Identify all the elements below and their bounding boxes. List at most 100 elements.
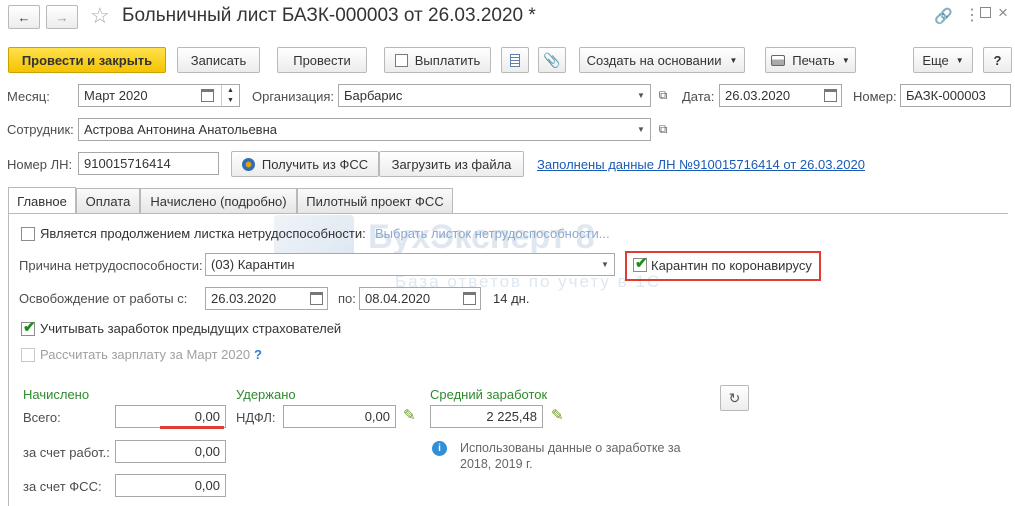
ln-number-value: 910015716414 (84, 156, 171, 171)
ndfl-field[interactable]: 0,00 (283, 405, 396, 428)
ndfl-value: 0,00 (364, 409, 390, 424)
date-field[interactable]: 26.03.2020 (719, 84, 842, 107)
release-from-field[interactable]: 26.03.2020 (205, 287, 328, 310)
organization-field[interactable]: Барбарис ▼ (338, 84, 651, 107)
dropdown-arrow-icon[interactable]: ▼ (596, 254, 614, 275)
save-button[interactable]: Записать (177, 47, 260, 73)
total-underline-marker (160, 426, 224, 429)
create-based-on-button[interactable]: Создать на основании ▼ (579, 47, 745, 73)
dropdown-arrow-icon: ▼ (955, 55, 964, 65)
pay-button[interactable]: Выплатить (384, 47, 491, 73)
tab-fss-pilot[interactable]: Пилотный проект ФСС (297, 188, 453, 213)
tab-payment[interactable]: Оплата (76, 188, 140, 213)
number-field[interactable]: БАЗК-000003 (900, 84, 1011, 107)
organization-label: Организация: (252, 89, 335, 104)
open-organization-icon[interactable]: ⧉ (653, 84, 673, 107)
open-employee-icon[interactable]: ⧉ (653, 118, 673, 141)
accrued-title: Начислено (23, 387, 90, 402)
calc-salary-help[interactable]: ? (254, 347, 262, 362)
covid-quarantine-label: Карантин по коронавирусу (651, 258, 812, 273)
ln-number-field[interactable]: 910015716414 (78, 152, 219, 175)
refresh-icon: ↻ (728, 389, 741, 406)
more-button[interactable]: Еще ▼ (913, 47, 973, 73)
refresh-button[interactable]: ↻ (720, 385, 749, 411)
avg-earnings-value: 2 225,48 (486, 409, 537, 424)
covid-quarantine-checkbox[interactable]: ✔ (633, 255, 648, 272)
filled-data-link[interactable]: Заполнены данные ЛН №910015716414 от 26.… (537, 157, 865, 172)
prev-insurers-checkbox[interactable]: ✔ (21, 319, 36, 336)
employer-label: за счет работ.: (23, 445, 110, 460)
dropdown-arrow-icon: ▼ (729, 55, 738, 65)
printer-icon (771, 54, 786, 66)
calc-salary-checkbox[interactable] (21, 348, 35, 362)
employee-value: Астрова Антонина Анатольевна (84, 122, 277, 137)
dropdown-arrow-icon[interactable]: ▼ (632, 85, 650, 106)
number-label: Номер: (853, 89, 897, 104)
paperclip-icon: 📎 (543, 51, 561, 68)
employer-value: 0,00 (194, 444, 220, 459)
avg-earnings-field[interactable]: 2 225,48 (430, 405, 543, 428)
employer-field[interactable]: 0,00 (115, 440, 226, 463)
release-from-value: 26.03.2020 (211, 291, 277, 306)
tab-accrued-detailed[interactable]: Начислено (подробно) (140, 188, 297, 213)
help-button[interactable]: ? (983, 47, 1012, 73)
total-label: Всего: (23, 410, 61, 425)
info-icon: i (432, 441, 447, 456)
prev-insurers-label: Учитывать заработок предыдущих страховат… (40, 321, 342, 336)
organization-value: Барбарис (344, 88, 403, 103)
calendar-icon[interactable] (310, 292, 323, 305)
forward-button[interactable]: → (46, 5, 78, 29)
more-label: Еще (922, 52, 949, 68)
reason-value: (03) Карантин (211, 257, 295, 272)
dropdown-arrow-icon[interactable]: ▼ (632, 119, 650, 140)
pencil-icon[interactable]: ✎ (551, 406, 564, 424)
calendar-icon[interactable] (463, 292, 476, 305)
release-to-value: 08.04.2020 (365, 291, 431, 306)
tab-panel-left-border (8, 213, 9, 506)
get-from-fss-button[interactable]: Получить из ФСС (231, 151, 379, 177)
post-and-close-button[interactable]: Провести и закрыть (8, 47, 166, 73)
print-button[interactable]: Печать ▼ (765, 47, 856, 73)
close-icon[interactable]: × (998, 3, 1008, 23)
arrow-right-icon: → (55, 9, 69, 25)
fss-field[interactable]: 0,00 (115, 474, 226, 497)
favorite-star-icon[interactable]: ☆ (90, 3, 110, 29)
load-from-file-button[interactable]: Загрузить из файла (379, 151, 524, 177)
fss-icon (241, 157, 255, 171)
tab-main[interactable]: Главное (8, 187, 76, 214)
continuation-checkbox[interactable] (21, 227, 35, 241)
employee-field[interactable]: Астрова Антонина Анатольевна ▼ (78, 118, 651, 141)
arrow-left-icon: ← (17, 9, 31, 25)
month-spin-down-icon[interactable]: ▼ (221, 95, 239, 106)
date-value: 26.03.2020 (725, 88, 791, 103)
release-to-label: по: (338, 291, 356, 306)
reason-field[interactable]: (03) Карантин ▼ (205, 253, 615, 276)
avg-earnings-info: Использованы данные о заработке за 2018,… (460, 441, 681, 471)
reason-label: Причина нетрудоспособности: (19, 258, 203, 273)
number-value: БАЗК-000003 (906, 88, 986, 103)
dropdown-arrow-icon: ▼ (841, 55, 850, 65)
link-icon[interactable]: 🔗 (934, 7, 953, 25)
total-field[interactable]: 0,00 (115, 405, 226, 428)
checkmark-icon: ✔ (635, 255, 648, 272)
more-menu-icon[interactable]: ⋮ (964, 5, 980, 25)
release-to-field[interactable]: 08.04.2020 (359, 287, 481, 310)
back-button[interactable]: ← (8, 5, 40, 29)
choose-sick-leave-link[interactable]: Выбрать листок нетрудоспособности... (375, 226, 610, 241)
total-value: 0,00 (194, 409, 220, 424)
journal-button[interactable] (501, 47, 529, 73)
checkmark-icon: ✔ (23, 319, 36, 336)
month-field[interactable]: Март 2020 ▲ ▼ (78, 84, 240, 107)
create-based-on-label: Создать на основании (586, 52, 722, 68)
pencil-icon[interactable]: ✎ (403, 406, 416, 424)
pay-icon (394, 53, 408, 67)
post-button[interactable]: Провести (277, 47, 367, 73)
attach-button[interactable]: 📎 (538, 47, 566, 73)
calendar-icon[interactable] (201, 89, 214, 102)
release-label: Освобождение от работы с: (19, 291, 188, 306)
maximize-icon[interactable] (980, 7, 991, 18)
days-count: 14 дн. (493, 291, 530, 306)
avg-earnings-title: Средний заработок (430, 387, 548, 402)
calendar-icon[interactable] (824, 89, 837, 102)
document-list-icon (510, 53, 520, 67)
